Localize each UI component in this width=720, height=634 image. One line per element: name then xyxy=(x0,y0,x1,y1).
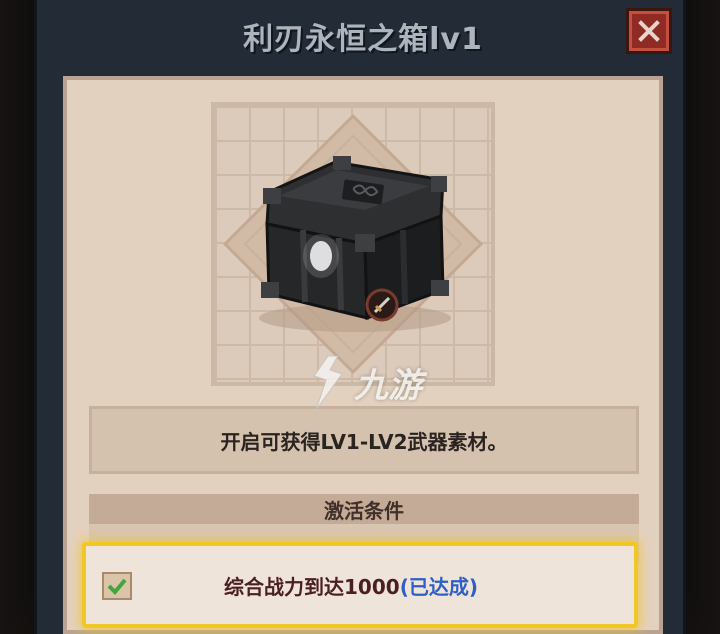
activation-conditions-header: 激活条件 xyxy=(89,494,639,524)
watermark: 九游 xyxy=(306,352,446,422)
watermark-text: 九游 xyxy=(354,366,422,406)
condition-status: (已达成) xyxy=(399,574,478,599)
black-chest-icon xyxy=(222,113,484,375)
condition-label: 综合战力到达1000 (已达成) xyxy=(146,546,556,624)
close-icon xyxy=(638,20,660,42)
chest-info-dialog: 利刃永恒之箱lv1 开启可获得LV1-LV2武器素材。 激活条件 xyxy=(34,0,686,634)
sword-badge-icon xyxy=(365,288,399,322)
jiuyou-logo-icon xyxy=(313,355,343,411)
dialog-title: 利刃永恒之箱lv1 xyxy=(243,22,483,57)
checkmark-icon xyxy=(107,578,127,595)
item-preview-frame xyxy=(211,102,495,386)
condition-item: 综合战力到达1000 (已达成) xyxy=(82,542,638,628)
condition-checkbox xyxy=(102,572,132,600)
close-button[interactable] xyxy=(626,8,672,54)
condition-text: 综合战力到达1000 xyxy=(224,574,400,599)
